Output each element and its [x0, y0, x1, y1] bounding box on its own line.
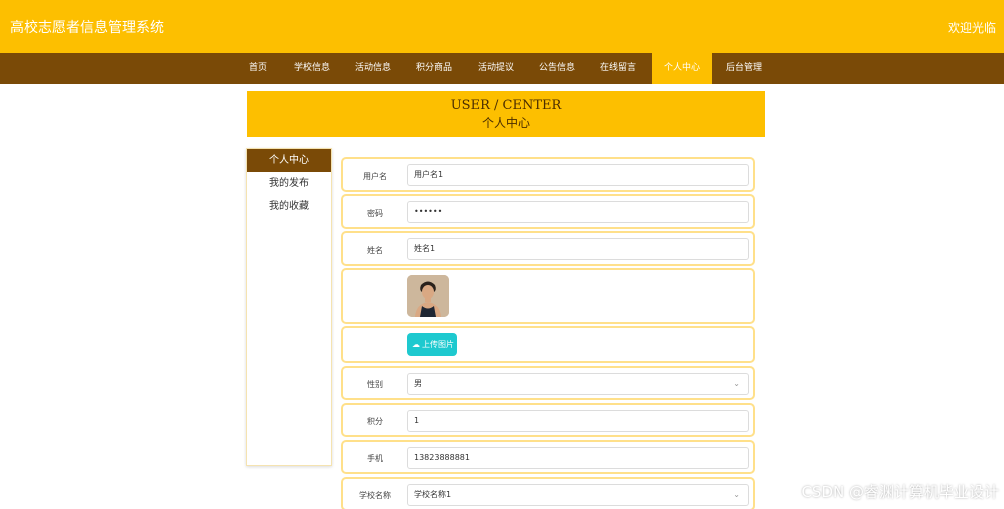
- csdn-watermark: CSDN @睿渊计算机毕业设计: [801, 483, 999, 501]
- nav-item-home[interactable]: 首页: [240, 53, 276, 84]
- nav-item-activity-info[interactable]: 活动信息: [349, 53, 397, 84]
- form-row-name: 姓名 姓名1: [341, 231, 755, 266]
- nav-item-messages[interactable]: 在线留言: [594, 53, 642, 84]
- school-select[interactable]: 学校名称1 ⌄: [407, 484, 749, 506]
- nav-item-points-goods[interactable]: 积分商品: [410, 53, 458, 84]
- username-label: 用户名: [363, 172, 387, 181]
- name-field[interactable]: 姓名1: [407, 238, 749, 260]
- chevron-down-icon: ⌄: [733, 490, 740, 499]
- cloud-upload-icon: ☁: [412, 340, 420, 349]
- sidebar-item-my-favorites[interactable]: 我的收藏: [247, 195, 331, 218]
- nav-item-school-info[interactable]: 学校信息: [288, 53, 336, 84]
- gender-value: 男: [414, 379, 422, 388]
- phone-label: 手机: [367, 454, 383, 463]
- username-field[interactable]: 用户名1: [407, 164, 749, 186]
- sidebar-item-my-posts[interactable]: 我的发布: [247, 172, 331, 195]
- nav-item-activity-proposal[interactable]: 活动提议: [471, 53, 521, 84]
- sidebar-item-user-center[interactable]: 个人中心: [247, 149, 331, 172]
- welcome-text: 欢迎光临: [947, 21, 996, 35]
- chevron-down-icon: ⌄: [733, 379, 740, 388]
- form-row-gender: 性别 男 ⌄: [341, 366, 755, 400]
- avatar-image: [407, 275, 449, 317]
- points-label: 积分: [367, 417, 383, 426]
- password-field[interactable]: ••••••: [407, 201, 749, 223]
- points-field[interactable]: 1: [407, 410, 749, 432]
- school-value: 学校名称1: [414, 490, 452, 499]
- form-row-avatar: [341, 268, 755, 324]
- form-row-phone: 手机 13823888881: [341, 440, 755, 474]
- main-nav: 首页 学校信息 活动信息 积分商品 活动提议 公告信息 在线留言 个人中心 后台…: [0, 53, 1004, 84]
- name-label: 姓名: [367, 246, 383, 255]
- nav-item-admin[interactable]: 后台管理: [720, 53, 768, 84]
- gender-select[interactable]: 男 ⌄: [407, 373, 749, 395]
- form-row-points: 积分 1: [341, 403, 755, 437]
- nav-item-announcements[interactable]: 公告信息: [533, 53, 581, 84]
- banner-title-cn: 个人中心: [481, 116, 530, 130]
- upload-image-label: 上传图片: [422, 340, 454, 349]
- form-row-upload: ☁ 上传图片: [341, 326, 755, 363]
- page-banner: USER / CENTER 个人中心: [247, 91, 765, 137]
- nav-item-user-center[interactable]: 个人中心: [652, 53, 712, 84]
- site-title: 高校志愿者信息管理系统: [10, 20, 164, 36]
- upload-image-button[interactable]: ☁ 上传图片: [407, 333, 457, 356]
- form-row-password: 密码 ••••••: [341, 194, 755, 229]
- phone-field[interactable]: 13823888881: [407, 447, 749, 469]
- top-header: 高校志愿者信息管理系统 欢迎光临: [0, 0, 1004, 53]
- user-sidebar: 个人中心 我的发布 我的收藏: [246, 148, 332, 466]
- banner-title-en: USER / CENTER: [450, 98, 562, 113]
- form-row-username: 用户名 用户名1: [341, 157, 755, 192]
- form-row-school: 学校名称 学校名称1 ⌄: [341, 477, 755, 509]
- password-label: 密码: [367, 209, 383, 218]
- gender-label: 性别: [367, 380, 383, 389]
- school-label: 学校名称: [359, 491, 391, 500]
